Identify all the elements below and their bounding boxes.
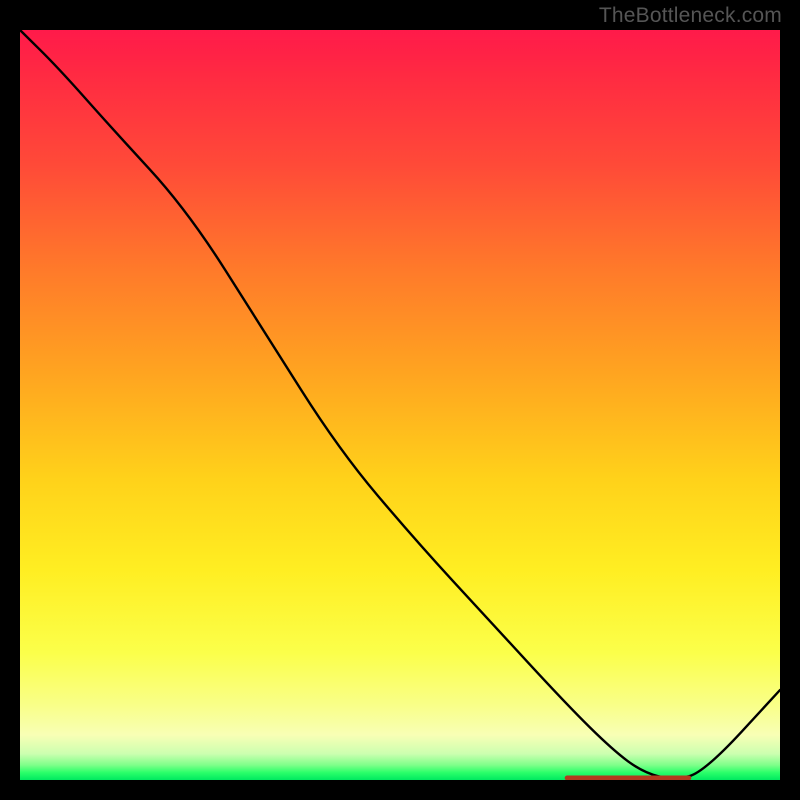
chart-line-layer: [20, 30, 780, 780]
chart-frame: [20, 30, 780, 780]
chart-curve: [20, 30, 780, 778]
chart-plot-area: [20, 30, 780, 780]
watermark-text: TheBottleneck.com: [599, 4, 782, 28]
